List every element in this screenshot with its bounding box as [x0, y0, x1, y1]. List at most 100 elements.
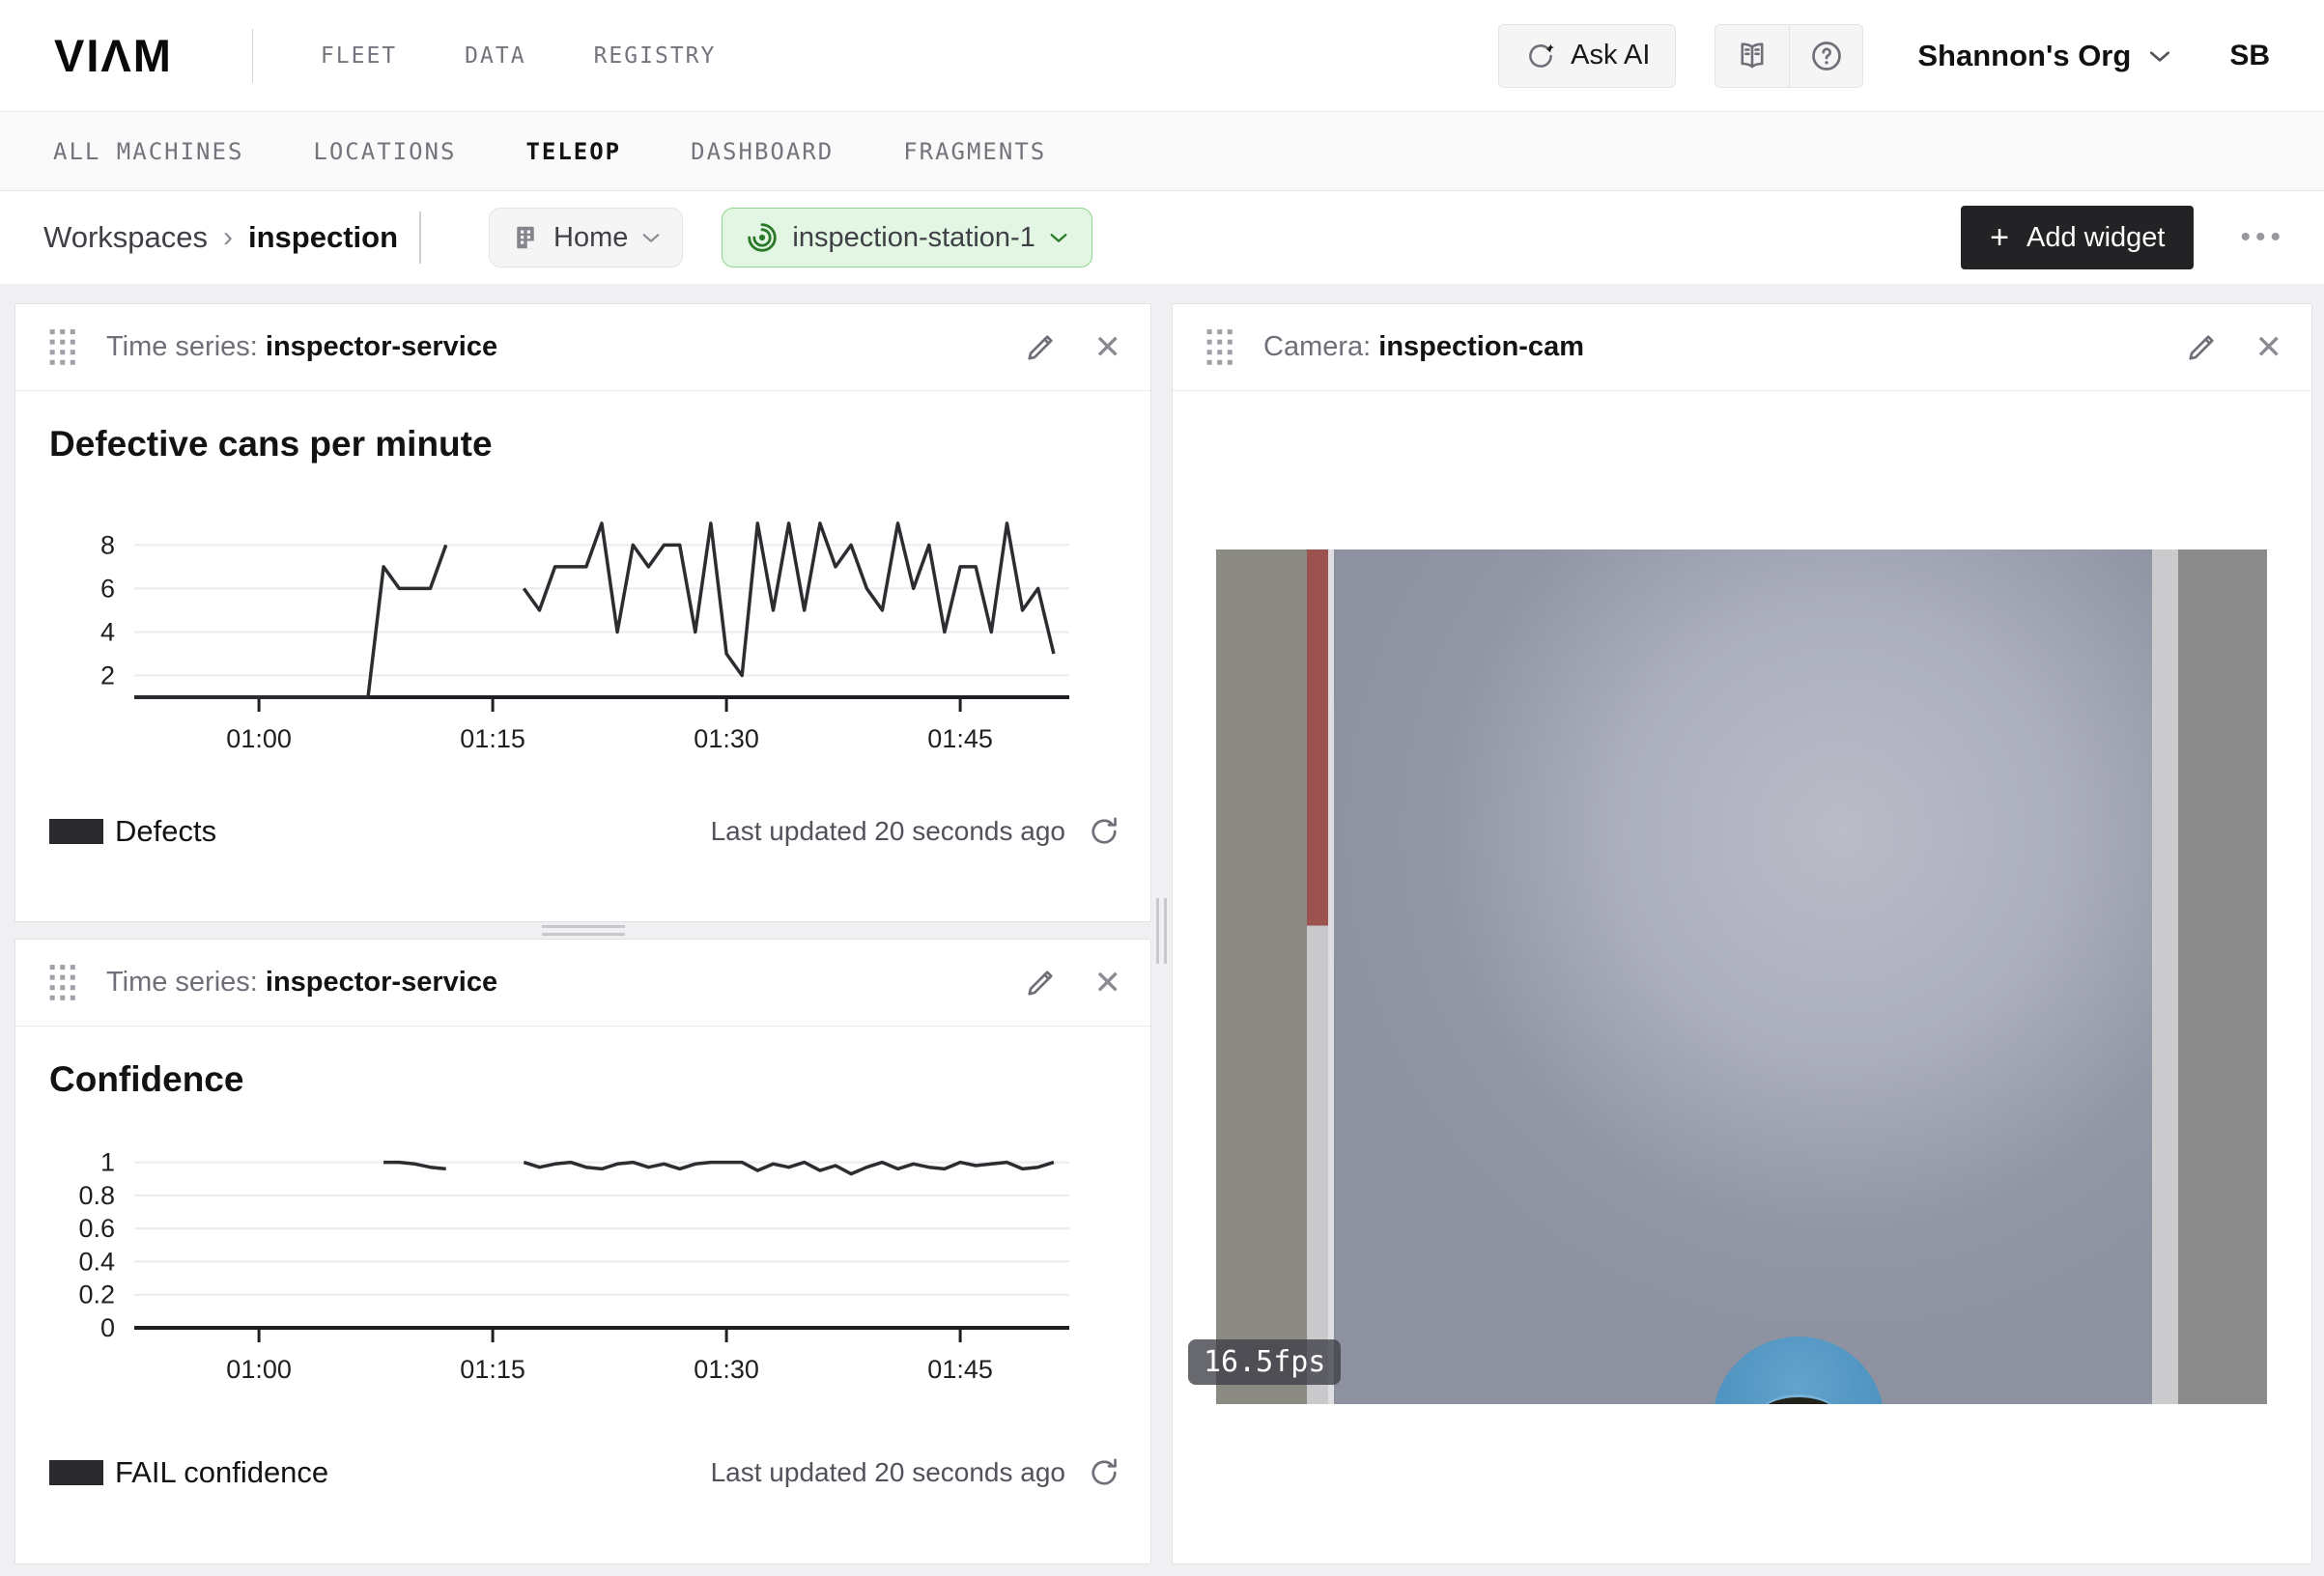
refresh-icon[interactable]: [1087, 1455, 1121, 1490]
svg-text:01:00: 01:00: [226, 1355, 292, 1384]
svg-text:0.4: 0.4: [78, 1247, 115, 1276]
camera-widget: Camera: inspection-cam ✕ 16.5fps: [1172, 303, 2312, 1564]
ask-ai-label: Ask AI: [1571, 40, 1650, 71]
widget-resource-name: inspection-cam: [1378, 331, 1584, 362]
svg-text:8: 8: [100, 530, 115, 559]
svg-text:01:45: 01:45: [927, 1355, 993, 1384]
nav-data[interactable]: DATA: [465, 43, 525, 69]
chevron-down-icon: [641, 231, 661, 244]
svg-text:0.2: 0.2: [78, 1280, 115, 1309]
confidence-line-chart: 00.20.40.60.8101:0001:1501:3001:45: [49, 1113, 1141, 1393]
fps-badge: 16.5fps: [1188, 1339, 1341, 1385]
machine-live-icon: [746, 221, 779, 254]
svg-text:01:15: 01:15: [460, 1355, 525, 1384]
nav-fleet[interactable]: FLEET: [321, 43, 397, 69]
svg-text:01:15: 01:15: [460, 724, 525, 753]
tab-teleop[interactable]: TELEOP: [525, 138, 621, 165]
tab-dashboard[interactable]: DASHBOARD: [691, 138, 834, 165]
primary-nav: FLEET DATA REGISTRY: [321, 43, 716, 69]
widget-header: Camera: inspection-cam ✕: [1173, 304, 2311, 391]
breadcrumb: Workspaces › inspection: [43, 211, 421, 264]
updated-group: Last updated 20 seconds ago: [711, 814, 1121, 849]
edit-pencil-icon[interactable]: [2184, 330, 2219, 365]
drag-handle-icon[interactable]: [48, 964, 77, 1002]
conveyor-right-rail: [2178, 549, 2267, 1404]
widget-header: Time series: inspector-service ✕: [15, 940, 1150, 1027]
chevron-down-icon: [1049, 231, 1068, 244]
svg-text:01:30: 01:30: [694, 1355, 759, 1384]
edit-pencil-icon[interactable]: [1023, 966, 1058, 1000]
add-widget-label: Add widget: [2026, 222, 2166, 254]
drag-handle-icon[interactable]: [48, 328, 77, 367]
org-switcher[interactable]: Shannon's Org: [1917, 39, 2171, 73]
breadcrumb-workspaces[interactable]: Workspaces: [43, 220, 208, 255]
camera-stream: [1216, 549, 2267, 1404]
last-updated-text: Last updated 20 seconds ago: [711, 1457, 1065, 1488]
close-icon[interactable]: ✕: [1094, 328, 1122, 367]
svg-text:0.8: 0.8: [78, 1181, 115, 1210]
help-icon-group: [1715, 24, 1863, 88]
location-label: Home: [553, 222, 628, 254]
chevron-down-icon: [2148, 48, 2171, 64]
add-widget-button[interactable]: + Add widget: [1961, 206, 2194, 269]
last-updated-text: Last updated 20 seconds ago: [711, 816, 1065, 847]
workspace-name[interactable]: inspection: [248, 220, 398, 255]
plus-icon: +: [1990, 221, 2009, 254]
close-icon[interactable]: ✕: [2255, 328, 2283, 367]
building-icon: [511, 223, 540, 252]
nav-registry[interactable]: REGISTRY: [594, 43, 717, 69]
timeseries-widget-defects: Time series: inspector-service ✕ Defecti…: [14, 303, 1151, 922]
drag-handle-icon[interactable]: [1205, 328, 1234, 367]
right-rail-highlight: [2152, 549, 2178, 1404]
workspace-toolbar: Workspaces › inspection Home: [0, 191, 2324, 284]
header-right: Ask AI: [1498, 24, 2270, 88]
workspace-name-cursor: [419, 211, 421, 264]
widget-actions: ✕: [1023, 328, 1122, 367]
widget-resource-name: inspector-service: [266, 967, 497, 998]
docs-button[interactable]: [1715, 25, 1789, 87]
location-selector[interactable]: Home: [489, 208, 683, 267]
legend-swatch: [49, 819, 103, 844]
tab-fragments[interactable]: FRAGMENTS: [903, 138, 1046, 165]
header-divider: [252, 29, 253, 83]
svg-text:0.6: 0.6: [78, 1214, 115, 1243]
svg-text:1: 1: [100, 1148, 115, 1177]
svg-text:4: 4: [100, 618, 115, 647]
ask-ai-button[interactable]: Ask AI: [1498, 24, 1676, 88]
legend-row: FAIL confidence Last updated 20 seconds …: [49, 1455, 1121, 1490]
svg-text:6: 6: [100, 574, 115, 603]
svg-text:01:00: 01:00: [226, 724, 292, 753]
widget-resource-name: inspector-service: [266, 331, 497, 362]
avatar[interactable]: SB: [2229, 40, 2270, 72]
conveyor-left-rail: [1216, 549, 1307, 1404]
widget-actions: ✕: [1023, 964, 1122, 1002]
more-options-icon[interactable]: •••: [2240, 221, 2285, 254]
ai-sparkle-refresh-icon: [1524, 40, 1557, 72]
org-name: Shannon's Org: [1917, 39, 2131, 73]
close-icon[interactable]: ✕: [1094, 964, 1122, 1002]
question-circle-icon: [1809, 39, 1844, 73]
tab-all-machines[interactable]: ALL MACHINES: [53, 138, 243, 165]
breadcrumb-separator-icon: ›: [223, 221, 233, 254]
machine-name: inspection-station-1: [792, 222, 1034, 254]
conveyor-belt-surface: [1334, 549, 2152, 1404]
column-resize-handle[interactable]: [1156, 898, 1172, 964]
refresh-icon[interactable]: [1087, 814, 1121, 849]
legend-swatch: [49, 1460, 103, 1485]
help-button[interactable]: [1789, 25, 1862, 87]
red-marker-bar: [1307, 549, 1328, 1404]
fleet-subnav: ALL MACHINES LOCATIONS TELEOP DASHBOARD …: [0, 112, 2324, 191]
toolbar-right: + Add widget •••: [1961, 206, 2285, 269]
row-resize-handle[interactable]: [542, 925, 625, 941]
edit-pencil-icon[interactable]: [1023, 330, 1058, 365]
widget-title: Camera: inspection-cam: [1263, 331, 1584, 363]
legend-label: FAIL confidence: [115, 1455, 328, 1490]
legend-label: Defects: [115, 814, 216, 849]
teleop-canvas: Time series: inspector-service ✕ Defecti…: [0, 284, 2324, 1576]
svg-text:01:30: 01:30: [694, 724, 759, 753]
app-header: VIΛM FLEET DATA REGISTRY Ask AI: [0, 0, 2324, 112]
tab-locations[interactable]: LOCATIONS: [313, 138, 456, 165]
widget-actions: ✕: [2184, 328, 2283, 367]
machine-selector[interactable]: inspection-station-1: [722, 208, 1091, 267]
defects-line-chart: 246801:0001:1501:3001:45: [49, 478, 1141, 768]
